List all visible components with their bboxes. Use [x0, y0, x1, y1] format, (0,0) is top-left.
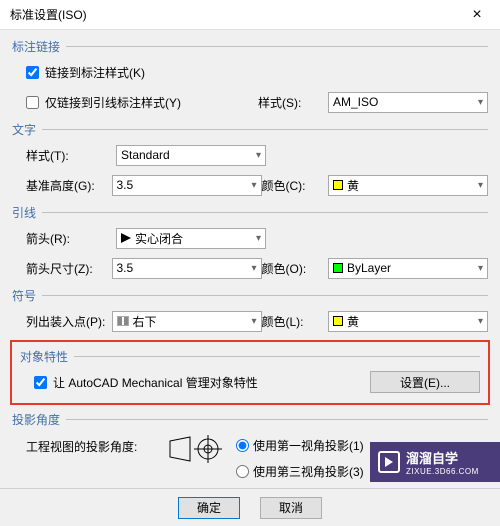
style-label: 样式(S): [258, 94, 328, 111]
row-arrow-size: 箭头尺寸(Z): 3.5 颜色(O): ByLayer [12, 257, 488, 279]
symbol-color-label: 颜色(L): [262, 313, 329, 330]
text-style-label: 样式(T): [26, 147, 116, 164]
link-leader-only-label: 仅链接到引线标注样式(Y) [45, 94, 181, 111]
arrow-label: 箭头(R): [26, 230, 116, 247]
text-style-select[interactable]: Standard [116, 145, 266, 166]
section-title-leader: 引线 [12, 204, 488, 221]
projection-icon [166, 434, 226, 464]
third-angle-radio[interactable] [236, 465, 249, 478]
section-title-link: 标注链接 [12, 38, 488, 55]
manage-objprops-label: 让 AutoCAD Mechanical 管理对象特性 [53, 374, 258, 391]
section-title-text: 文字 [12, 121, 488, 138]
projection-label: 工程视图的投影角度: [26, 434, 156, 455]
footer: 确定 取消 [0, 488, 500, 526]
section-text: 文字 样式(T): Standard 基准高度(G): 3.5 颜色(C): 黄 [12, 121, 488, 196]
projection-options: 使用第一视角投影(1) 使用第三视角投影(3) [236, 434, 364, 482]
text-color-select[interactable]: 黄 [328, 175, 488, 196]
insert-point-select[interactable]: 右下 [112, 311, 262, 332]
arrow-size-label: 箭头尺寸(Z): [26, 260, 112, 277]
green-swatch-icon [333, 263, 343, 273]
arrow-select[interactable]: 实心闭合 [116, 228, 266, 249]
row-objprops: 让 AutoCAD Mechanical 管理对象特性 设置(E)... [20, 371, 480, 393]
watermark-title: 溜溜自学 [406, 448, 479, 467]
section-link: 标注链接 链接到标注样式(K) 仅链接到引线标注样式(Y) 样式(S): AM_… [12, 38, 488, 113]
grid-icon [117, 316, 129, 326]
first-angle-label: 使用第一视角投影(1) [253, 437, 364, 454]
section-title-symbol: 符号 [12, 287, 488, 304]
watermark: 溜溜自学 ZIXUE.3D66.COM [370, 442, 500, 482]
arrow-size-select[interactable]: 3.5 [112, 258, 262, 279]
row-text-height: 基准高度(G): 3.5 颜色(C): 黄 [12, 174, 488, 196]
text-color-label: 颜色(C): [262, 177, 329, 194]
titlebar: 标准设置(ISO) × [0, 0, 500, 30]
row-link-chk1: 链接到标注样式(K) [12, 61, 488, 83]
yellow-swatch-icon [333, 316, 343, 326]
manage-objprops-checkbox[interactable] [34, 376, 47, 389]
watermark-url: ZIXUE.3D66.COM [406, 467, 479, 476]
insert-point-label: 列出装入点(P): [26, 313, 112, 330]
first-angle-radio[interactable] [236, 439, 249, 452]
row-link-chk2: 仅链接到引线标注样式(Y) 样式(S): AM_ISO [12, 91, 488, 113]
link-to-dimstyle-label: 链接到标注样式(K) [45, 64, 145, 81]
arrow-icon [121, 233, 131, 243]
section-symbol: 符号 列出装入点(P): 右下 颜色(L): 黄 [12, 287, 488, 332]
section-title-objprops: 对象特性 [20, 348, 480, 365]
leader-color-select[interactable]: ByLayer [328, 258, 488, 279]
section-title-projection: 投影角度 [12, 411, 488, 428]
style-select[interactable]: AM_ISO [328, 92, 488, 113]
ok-button[interactable]: 确定 [178, 497, 240, 519]
close-icon[interactable]: × [462, 0, 492, 30]
dialog-body: 标注链接 链接到标注样式(K) 仅链接到引线标注样式(Y) 样式(S): AM_… [0, 30, 500, 482]
text-height-label: 基准高度(G): [26, 177, 112, 194]
section-object-props: 对象特性 让 AutoCAD Mechanical 管理对象特性 设置(E)..… [10, 340, 490, 405]
row-insert-point: 列出装入点(P): 右下 颜色(L): 黄 [12, 310, 488, 332]
settings-button[interactable]: 设置(E)... [370, 371, 480, 393]
yellow-swatch-icon [333, 180, 343, 190]
symbol-color-select[interactable]: 黄 [328, 311, 488, 332]
section-leader: 引线 箭头(R): 实心闭合 箭头尺寸(Z): 3.5 颜色(O): ByLay… [12, 204, 488, 279]
link-to-dimstyle-checkbox[interactable] [26, 66, 39, 79]
window-title: 标准设置(ISO) [10, 6, 87, 23]
text-height-select[interactable]: 3.5 [112, 175, 262, 196]
link-leader-only-checkbox[interactable] [26, 96, 39, 109]
leader-color-label: 颜色(O): [262, 260, 329, 277]
cancel-button[interactable]: 取消 [260, 497, 322, 519]
row-text-style: 样式(T): Standard [12, 144, 488, 166]
play-icon [378, 451, 400, 473]
row-arrow: 箭头(R): 实心闭合 [12, 227, 488, 249]
third-angle-label: 使用第三视角投影(3) [253, 463, 364, 480]
